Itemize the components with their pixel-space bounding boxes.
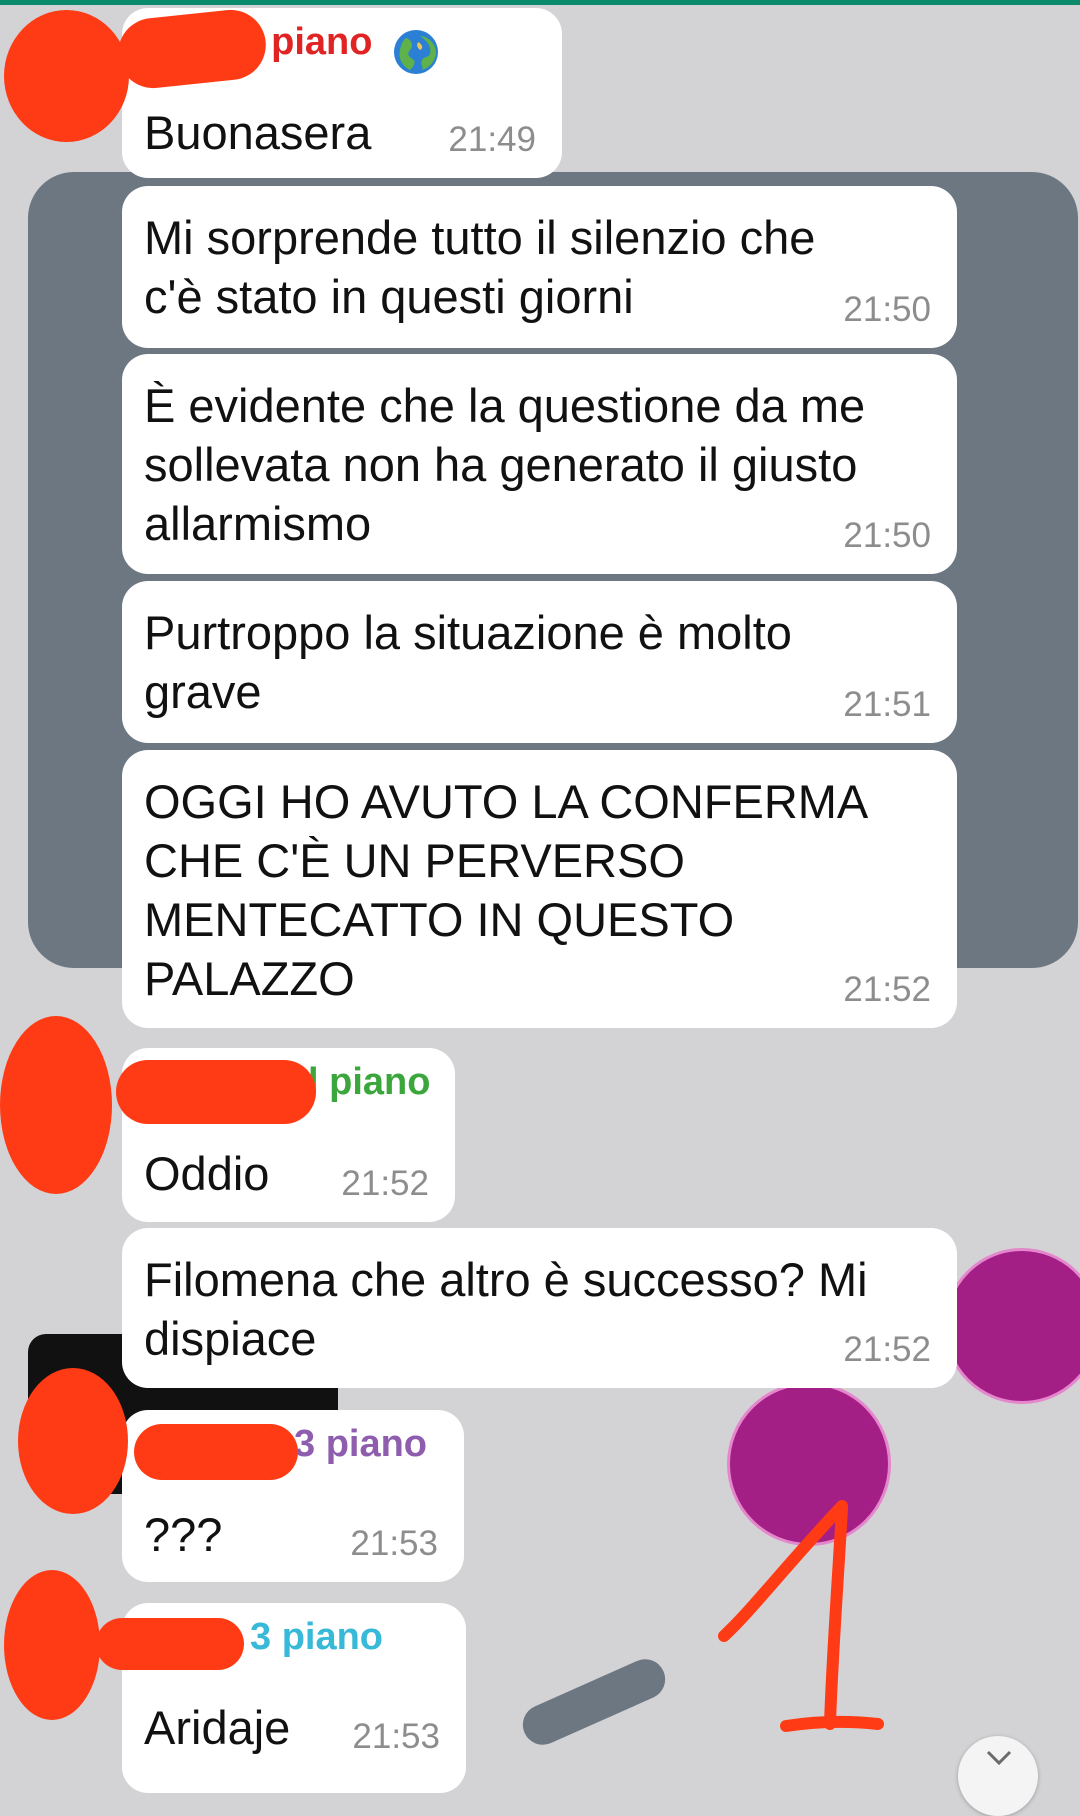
message-time: 21:52 xyxy=(843,1330,931,1369)
message-time: 21:50 xyxy=(843,516,931,555)
message-time: 21:51 xyxy=(843,685,931,724)
message-text: ??? xyxy=(144,1508,223,1561)
sender-name: 3 piano xyxy=(250,1616,384,1658)
message-text: È evidente che la questione da me sollev… xyxy=(144,379,866,550)
message-bubble[interactable]: Mi sorprende tutto il silenzio che c'è s… xyxy=(122,186,957,348)
message-text: Aridaje xyxy=(144,1701,291,1754)
message-text: Purtroppo la situazione è molto grave xyxy=(144,606,792,718)
wallpaper-shape xyxy=(516,1652,672,1752)
message-text: OGGI HO AVUTO LA CONFERMA CHE C'È UN PER… xyxy=(144,775,869,1005)
sender-name: l piano xyxy=(250,21,373,63)
message-time: 21:52 xyxy=(843,970,931,1009)
sender-name: 3 piano xyxy=(294,1423,428,1465)
redaction-mark xyxy=(4,10,129,142)
scroll-down-button[interactable] xyxy=(958,1736,1038,1816)
message-time: 21:49 xyxy=(448,120,536,159)
message-text: Filomena che altro è successo? Mi dispia… xyxy=(144,1253,868,1365)
message-bubble[interactable]: È evidente che la questione da me sollev… xyxy=(122,354,957,574)
redaction-mark xyxy=(18,1368,128,1514)
globe-icon xyxy=(392,28,440,76)
message-time: 21:53 xyxy=(350,1524,438,1563)
message-bubble[interactable]: Filomena che altro è successo? Mi dispia… xyxy=(122,1228,957,1388)
redaction-mark xyxy=(116,1060,316,1124)
message-bubble[interactable]: Purtroppo la situazione è molto grave 21… xyxy=(122,581,957,743)
redaction-mark xyxy=(4,1570,100,1720)
redaction-mark xyxy=(134,1424,298,1480)
redaction-mark xyxy=(0,1016,112,1194)
wallpaper-circle xyxy=(944,1248,1080,1404)
message-time: 21:50 xyxy=(843,290,931,329)
chevron-down-icon xyxy=(986,1750,1012,1766)
message-time: 21:52 xyxy=(341,1164,429,1203)
message-text: Mi sorprende tutto il silenzio che c'è s… xyxy=(144,211,816,323)
sender-name: l piano xyxy=(308,1061,431,1103)
status-accent-bar xyxy=(0,0,1080,5)
message-time: 21:53 xyxy=(352,1717,440,1756)
message-text: Buonasera xyxy=(144,106,372,159)
message-text: Oddio xyxy=(144,1147,270,1200)
annotation-number xyxy=(712,1500,892,1740)
message-bubble[interactable]: OGGI HO AVUTO LA CONFERMA CHE C'È UN PER… xyxy=(122,750,957,1028)
redaction-mark xyxy=(96,1618,244,1670)
